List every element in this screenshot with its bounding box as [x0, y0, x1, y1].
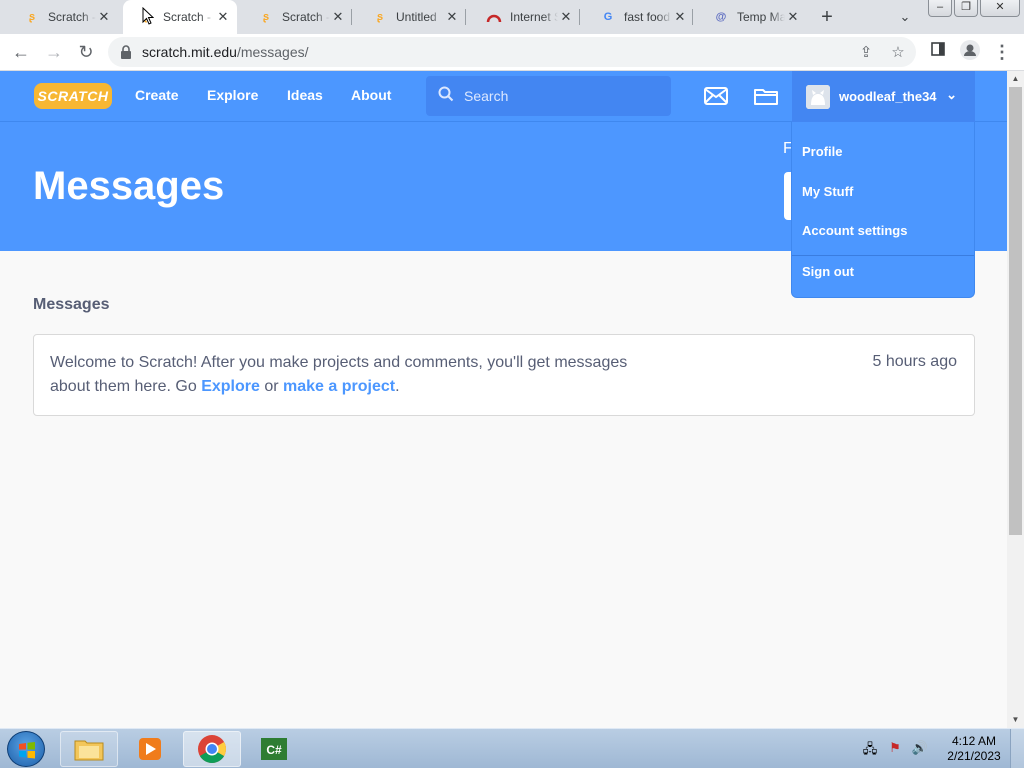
google-icon: G — [603, 11, 613, 23]
share-icon[interactable]: ⇪ — [856, 43, 876, 61]
windows-taskbar: C# 🖧 ⚑ 🔊 4:12 AM 2/21/2023 — [0, 728, 1024, 768]
message-card: Welcome to Scratch! After you make proje… — [33, 334, 975, 416]
clock-date: 2/21/2023 — [947, 749, 1001, 763]
nav-explore[interactable]: Explore — [207, 87, 258, 103]
clock-time: 4:12 AM — [951, 734, 997, 748]
tab-title: fast food — [624, 10, 671, 24]
tab-title: Scratch - — [282, 10, 330, 24]
tab-title: Temp Ma — [737, 10, 785, 24]
avatar — [806, 84, 830, 109]
volume-icon[interactable]: 🔊 — [911, 740, 929, 758]
scratch-navbar: SCRATCH Create Explore Ideas About woodl… — [0, 71, 1007, 122]
menu-item-sign-out[interactable]: Sign out — [802, 264, 854, 279]
browser-tab[interactable]: ʂ Scratch - ✕ — [238, 0, 352, 34]
tempmail-icon: @ — [715, 11, 727, 23]
message-timestamp: 5 hours ago — [872, 353, 957, 370]
scratch-icon: ʂ — [28, 11, 36, 23]
explore-link[interactable]: Explore — [201, 378, 260, 395]
scratch-icon: ʂ — [262, 11, 270, 23]
browser-tab[interactable]: Internet S ✕ — [466, 0, 580, 34]
browser-tab[interactable]: @ Temp Ma ✕ — [693, 0, 807, 34]
taskbar-clock[interactable]: 4:12 AM 2/21/2023 — [942, 734, 1006, 764]
browser-toolbar: ← → ↻ scratch.mit.edu/messages/ ⇪ ☆ ⋮ — [0, 34, 1024, 71]
menu-item-profile[interactable]: Profile — [802, 144, 842, 159]
menu-divider — [792, 255, 974, 256]
browser-tab[interactable]: ʂ Untitled ✕ — [352, 0, 466, 34]
search-icon — [438, 86, 454, 107]
windows-logo-icon — [19, 742, 35, 759]
browser-tab[interactable]: ʂ Scratch - ✕ — [4, 0, 118, 34]
minimize-button[interactable]: ‒ — [928, 0, 952, 17]
close-icon[interactable]: ✕ — [558, 9, 574, 25]
bookmark-star-icon[interactable]: ☆ — [888, 43, 908, 61]
close-icon[interactable]: ✕ — [444, 9, 460, 25]
scroll-down-arrow-icon[interactable]: ▼ — [1007, 712, 1024, 728]
system-tray: 🖧 ⚑ 🔊 4:12 AM 2/21/2023 — [861, 729, 1024, 768]
tab-title: Scratch - — [48, 10, 96, 24]
reload-button[interactable]: ↻ — [74, 40, 98, 64]
browser-tab[interactable]: G fast food ✕ — [580, 0, 694, 34]
taskbar-file-explorer[interactable] — [60, 731, 118, 767]
address-bar[interactable]: scratch.mit.edu/messages/ ⇪ ☆ — [108, 37, 916, 67]
back-button[interactable]: ← — [9, 40, 33, 64]
browser-tab-strip: ʂ Scratch - ✕ ʂ Scratch - ✕ ʂ Scratch - … — [0, 0, 1024, 34]
restore-button[interactable]: ❐ — [954, 0, 978, 17]
taskbar-chrome[interactable] — [183, 731, 241, 767]
csharp-icon: C# — [261, 738, 287, 760]
nav-ideas[interactable]: Ideas — [287, 87, 323, 103]
mouse-cursor-icon — [142, 7, 154, 25]
tab-title: Internet S — [510, 10, 558, 24]
forward-button[interactable]: → — [42, 40, 66, 64]
lock-icon — [120, 45, 134, 59]
make-project-link[interactable]: make a project — [283, 378, 395, 395]
start-button[interactable] — [7, 731, 45, 767]
page-scrollbar[interactable]: ▲ ▼ — [1007, 71, 1024, 728]
chrome-icon — [198, 735, 226, 763]
close-icon[interactable]: ✕ — [330, 9, 346, 25]
close-icon[interactable]: ✕ — [215, 9, 231, 25]
search-input[interactable] — [464, 88, 664, 104]
menu-item-account-settings[interactable]: Account settings — [802, 223, 907, 238]
tab-title: Scratch - — [163, 10, 212, 24]
menu-item-my-stuff[interactable]: My Stuff — [802, 184, 853, 199]
close-window-button[interactable]: ✕ — [980, 0, 1020, 17]
messages-mail-icon[interactable] — [703, 84, 729, 108]
side-panel-icon[interactable] — [926, 40, 950, 64]
media-player-icon — [139, 738, 161, 760]
close-icon[interactable]: ✕ — [96, 9, 112, 25]
my-stuff-folder-icon[interactable] — [753, 84, 779, 108]
scratch-logo[interactable]: SCRATCH — [34, 83, 112, 109]
search-bar[interactable] — [426, 76, 671, 116]
scrollbar-thumb[interactable] — [1009, 87, 1022, 535]
account-menu-button[interactable]: woodleaf_the34 ⌄ — [792, 71, 975, 122]
tab-search-chevron-icon[interactable]: ⌄ — [894, 5, 916, 29]
account-dropdown-menu: Profile My Stuff Account settings Sign o… — [791, 122, 975, 298]
folder-icon — [74, 740, 104, 761]
action-center-flag-icon[interactable]: ⚑ — [886, 740, 904, 758]
taskbar-media-player[interactable] — [121, 731, 179, 767]
username: woodleaf_the34 — [839, 89, 937, 104]
network-icon[interactable]: 🖧 — [861, 740, 879, 758]
scroll-up-arrow-icon[interactable]: ▲ — [1007, 71, 1024, 87]
close-icon[interactable]: ✕ — [785, 9, 801, 25]
chevron-down-icon: ⌄ — [946, 87, 957, 102]
show-desktop-button[interactable] — [1010, 729, 1024, 768]
browser-tab-active[interactable]: ʂ Scratch - ✕ — [123, 0, 237, 34]
section-title: Messages — [33, 296, 110, 313]
menu-kebab-icon[interactable]: ⋮ — [990, 40, 1014, 64]
scratch-icon: ʂ — [376, 11, 384, 23]
taskbar-csharp[interactable]: C# — [245, 731, 303, 767]
svg-text:C#: C# — [266, 743, 282, 757]
url-text: scratch.mit.edu/messages/ — [142, 44, 309, 60]
close-icon[interactable]: ✕ — [672, 9, 688, 25]
page-title: Messages — [33, 164, 225, 208]
nav-create[interactable]: Create — [135, 87, 179, 103]
speedtest-icon — [486, 9, 502, 25]
profile-icon[interactable] — [958, 40, 982, 64]
new-tab-button[interactable]: + — [816, 5, 838, 29]
message-text: Welcome to Scratch! After you make proje… — [50, 354, 628, 395]
nav-about[interactable]: About — [351, 87, 391, 103]
tab-title: Untitled — [396, 10, 437, 24]
window-controls: ‒ ❐ ✕ — [926, 0, 1020, 17]
